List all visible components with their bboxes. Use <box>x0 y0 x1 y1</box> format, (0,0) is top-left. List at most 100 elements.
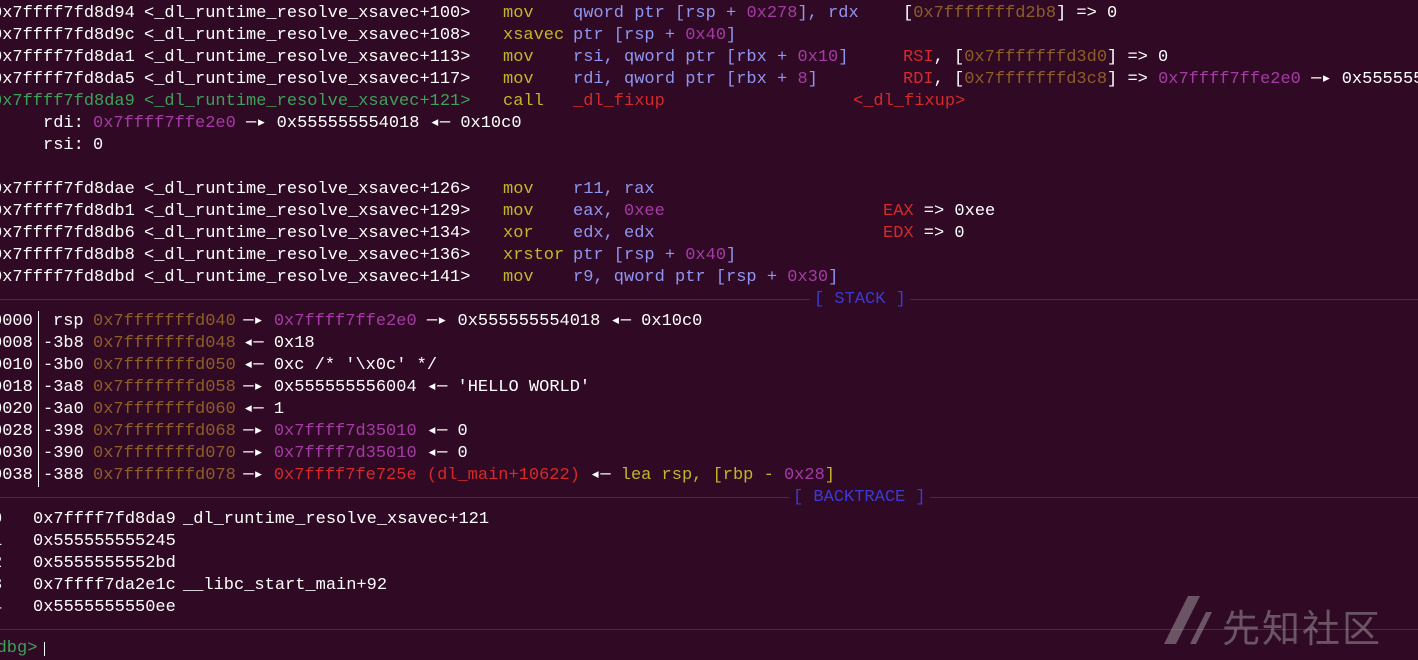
instruction-comment-part: 0x7fffffffd2b8 <box>913 4 1057 23</box>
instruction-symbol: <_dl_runtime_resolve_xsavec+136> <box>144 246 471 265</box>
instruction-mnemonic: mov <box>503 268 534 287</box>
instruction-comment-part: => 0 <box>913 224 965 243</box>
instruction-operands: rsi, qword ptr [rbx + 0x10] <box>573 47 848 69</box>
instruction-symbol: <_dl_runtime_resolve_xsavec+134> <box>144 224 471 243</box>
instruction-operands: r9, qword ptr [rsp + 0x30] <box>573 267 838 289</box>
instruction-comment-part: 0x7fffffffd3d0 <box>964 48 1108 67</box>
stack-value: ◂─ 1 <box>233 399 284 421</box>
instruction-address: 0x7ffff7fd8db8 <box>0 246 135 265</box>
stack-index: 0028 <box>0 422 33 441</box>
instruction-operands: qword ptr [rsp + 0x278], rdx <box>573 3 859 25</box>
watermark-logo-icon <box>1164 596 1212 644</box>
stack-value-part: 0x7ffff7d35010 <box>273 422 417 441</box>
stack-index: 0038 <box>0 466 33 485</box>
stack-address: 0x7fffffffd078 <box>93 466 236 485</box>
frame-number: 2 <box>0 553 2 575</box>
instruction-mnemonic: mov <box>503 180 534 199</box>
frame-symbol: _dl_runtime_resolve_xsavec+121 <box>183 510 490 529</box>
instruction-comment-part: ─▸ 0x555555554018 <box>1311 70 1418 89</box>
instruction-operands-part: ptr [rsp + <box>573 26 686 45</box>
frame-address: 0x5555555552bd <box>33 554 176 573</box>
instruction-mnemonic: mov <box>503 70 534 89</box>
instruction-mnemonic: mov <box>503 4 534 23</box>
instruction-comment-part: EDX <box>883 224 914 243</box>
instruction-address: 0x7ffff7fd8dae <box>0 180 135 199</box>
stack-value: ─▸ 0x555555556004 ◂─ 'HELLO WORLD' <box>233 377 590 399</box>
stack-offset: -3b8 <box>43 334 84 353</box>
instruction-address: 0x7ffff7fd8da1 <box>0 48 135 67</box>
instruction-comment: <_dl_fixup> <box>853 91 965 113</box>
frame-address: 0x5555555550ee <box>33 598 176 617</box>
stack-value-part: 0x28 <box>783 466 825 485</box>
instruction-address: 0x7ffff7fd8da9 <box>0 92 135 111</box>
instruction-symbol: <_dl_runtime_resolve_xsavec+141> <box>144 268 471 287</box>
instruction-comment: RDI, [0x7fffffffd3c8] => 0x7ffff7ffe2e0 … <box>903 69 1418 91</box>
instruction-mnemonic: xsavec <box>503 26 565 45</box>
stack-index: 0018 <box>0 378 33 397</box>
backtrace-separator-line <box>0 497 1418 498</box>
instruction-address: 0x7ffff7fd8d9c <box>0 26 135 45</box>
stack-value: ─▸ 0x7ffff7d35010 ◂─ 0 <box>233 421 468 443</box>
instruction-symbol: <_dl_runtime_resolve_xsavec+126> <box>144 180 471 199</box>
instruction-operands-part: 0xee <box>624 202 665 221</box>
frame-address: 0x7ffff7fd8da9 <box>33 510 176 529</box>
instruction-operands-part: 0x30 <box>787 268 829 287</box>
stack-address: 0x7fffffffd048 <box>93 334 236 353</box>
terminal-window[interactable]: 0x7ffff7fd8d94 <_dl_runtime_resolve_xsave… <box>0 0 1418 658</box>
instruction-comment-part: ] => 0 <box>1107 48 1169 67</box>
instruction-comment: EAX => 0xee <box>883 201 995 223</box>
instruction-operands-part: 0x40 <box>685 246 727 265</box>
command-prompt[interactable]: pwndbg> <box>0 638 37 660</box>
stack-value-part: ◂─ 0 <box>416 444 468 463</box>
instruction-comment-part: <_dl_fixup> <box>853 92 966 111</box>
stack-value: ◂─ 0xc /* '\x0c' */ <box>233 355 437 377</box>
frame-number: 3 <box>0 575 2 597</box>
instruction-comment-part: , [ <box>933 48 965 67</box>
stack-value-part: ◂─ 0 <box>416 422 468 441</box>
instruction-operands-part: rsi, qword ptr [rbx + <box>573 48 798 67</box>
instruction-comment-part: 0x7ffff7ffe2e0 <box>1158 70 1301 89</box>
stack-value-part: ─▸ <box>233 466 274 485</box>
stack-value-part: 0x7ffff7fe725e (dl_main+10622) <box>273 466 580 485</box>
stack-value-part: ◂─ 1 <box>233 400 285 419</box>
instruction-comment-part: => 0xee <box>913 202 996 221</box>
stack-value-part: ─▸ <box>233 444 274 463</box>
frame-address: 0x7ffff7da2e1c <box>33 576 176 595</box>
instruction-operands-part: _dl_fixup <box>573 92 665 111</box>
stack-index: 0000 <box>0 312 33 331</box>
stack-address: 0x7fffffffd040 <box>93 312 236 331</box>
instruction-comment: [0x7fffffffd2b8] => 0 <box>903 3 1117 25</box>
stack-address: 0x7fffffffd050 <box>93 356 236 375</box>
arg-value: 0 <box>93 135 103 157</box>
arg-register: rsi: <box>43 136 84 155</box>
instruction-comment-part: RDI <box>903 70 934 89</box>
stack-value-part: ◂─ 0xc /* '\x0c' */ <box>233 356 438 375</box>
stack-value: ─▸ 0x7ffff7fe725e (dl_main+10622) ◂─ lea… <box>233 465 835 487</box>
instruction-operands-part: edx, edx <box>573 224 655 243</box>
arg-register: rdi: <box>43 114 84 133</box>
instruction-symbol: <_dl_runtime_resolve_xsavec+113> <box>144 48 471 67</box>
instruction-mnemonic: mov <box>503 202 534 221</box>
instruction-operands-part: qword ptr [rsp + <box>573 4 747 23</box>
instruction-operands-part: ptr [rsp + <box>573 246 686 265</box>
instruction-operands-part: r9, qword ptr [rsp + <box>573 268 788 287</box>
stack-index-divider <box>38 311 39 487</box>
instruction-operands-part: r11, rax <box>573 180 655 199</box>
stack-offset: rsp <box>53 312 84 331</box>
stack-index: 0010 <box>0 356 33 375</box>
stack-index: 0008 <box>0 334 33 353</box>
stack-value-part: ─▸ <box>233 422 274 441</box>
instruction-operands: rdi, qword ptr [rbx + 8] <box>573 69 818 91</box>
instruction-operands-part: ] <box>828 268 839 287</box>
instruction-mnemonic: xrstor <box>503 246 565 265</box>
instruction-mnemonic: mov <box>503 48 534 67</box>
instruction-comment: RSI, [0x7fffffffd3d0] => 0 <box>903 47 1168 69</box>
instruction-operands-part: ] <box>726 246 737 265</box>
instruction-comment-part: RSI <box>903 48 934 67</box>
instruction-operands-part: 0x278 <box>746 4 798 23</box>
instruction-operands-part: 0x40 <box>685 26 727 45</box>
stack-value-part: ─▸ 0x555555554018 ◂─ 0x10c0 <box>416 312 703 331</box>
stack-title: [ STACK ] <box>810 289 910 311</box>
frame-number: 0 <box>0 509 2 531</box>
stack-value-part: ─▸ <box>233 312 274 331</box>
